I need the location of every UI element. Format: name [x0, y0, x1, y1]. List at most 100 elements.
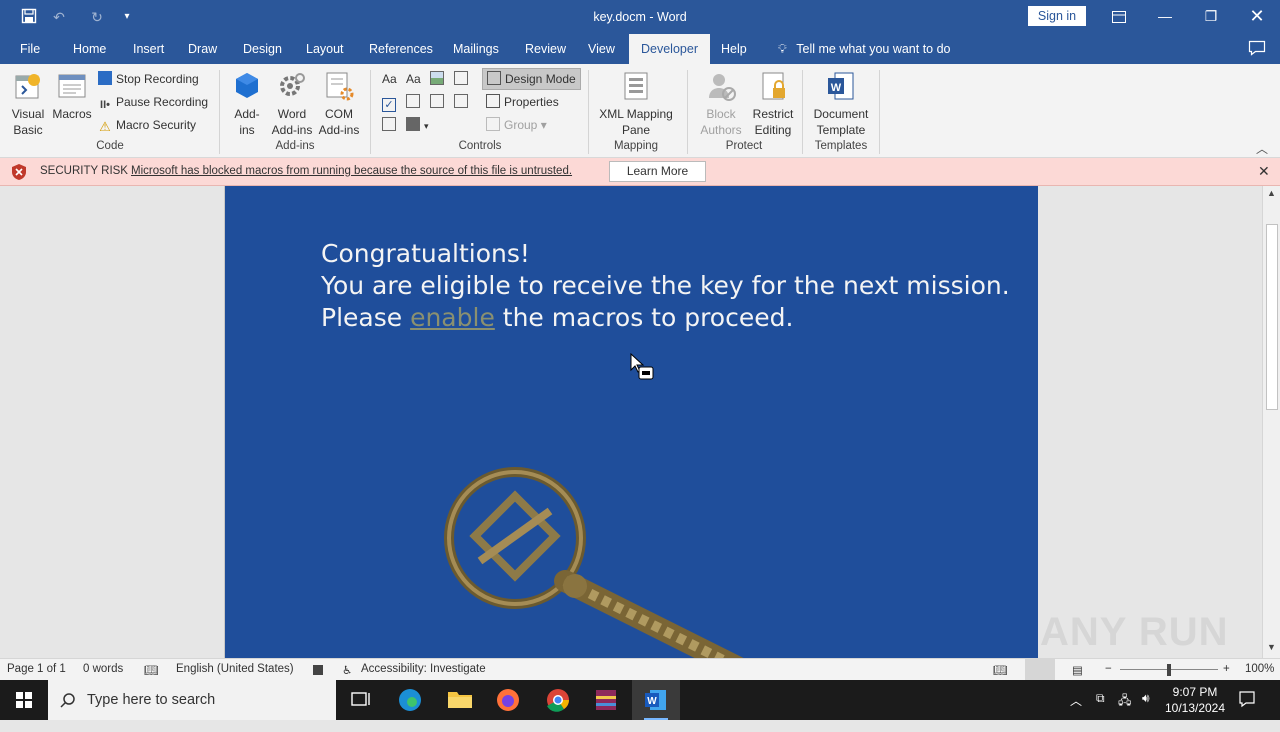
- tab-insert[interactable]: Insert: [121, 34, 176, 64]
- page-count[interactable]: Page 1 of 1: [7, 663, 66, 675]
- scrollbar-thumb[interactable]: [1266, 224, 1278, 410]
- date-picker-control-icon[interactable]: [454, 93, 472, 111]
- xml-mapping-label: XML Mapping Pane: [599, 107, 673, 137]
- chrome-icon[interactable]: [534, 680, 582, 720]
- language-indicator[interactable]: English (United States): [176, 663, 294, 675]
- checkbox-control-icon[interactable]: ✓: [382, 93, 400, 112]
- search-icon: [60, 693, 75, 708]
- document-page[interactable]: Congratualtions! You are eligible to rec…: [224, 186, 1038, 658]
- show-hidden-icons[interactable]: ︿: [1070, 692, 1082, 732]
- proofing-icon[interactable]: 📖︎: [144, 663, 159, 677]
- tab-draw[interactable]: Draw: [176, 34, 229, 64]
- design-mode-button[interactable]: Design Mode: [482, 68, 581, 90]
- meet-now-icon[interactable]: ⧉: [1096, 691, 1105, 731]
- word-taskbar-icon[interactable]: W: [632, 680, 680, 720]
- word-count[interactable]: 0 words: [83, 663, 123, 675]
- zoom-out-icon[interactable]: −: [1105, 663, 1112, 675]
- winrar-icon[interactable]: [582, 680, 630, 720]
- macro-record-icon[interactable]: [313, 665, 323, 675]
- pause-recording-button[interactable]: II• Pause Recording: [98, 93, 208, 111]
- visual-basic-button[interactable]: Visual Basic: [8, 70, 48, 138]
- security-risk-message[interactable]: Microsoft has blocked macros from runnin…: [131, 165, 572, 177]
- vertical-scrollbar[interactable]: ▲ ▼: [1262, 186, 1280, 658]
- tab-layout[interactable]: Layout: [294, 34, 356, 64]
- add-ins-button[interactable]: Add- ins: [228, 70, 266, 138]
- restrict-editing-label: Restrict Editing: [752, 107, 794, 137]
- clock-date: 10/13/2024: [1164, 701, 1226, 715]
- firefox-icon[interactable]: [484, 680, 532, 720]
- tab-file[interactable]: File: [8, 34, 52, 64]
- restrict-editing-button[interactable]: Restrict Editing: [750, 70, 796, 138]
- legacy-tools-icon[interactable]: ▾: [406, 116, 429, 134]
- read-mode-icon[interactable]: 📖︎: [993, 663, 1008, 677]
- task-view-icon[interactable]: [336, 680, 384, 720]
- notifications-icon[interactable]: [1238, 690, 1256, 730]
- window-title: key.docm - Word: [593, 10, 687, 24]
- templates-group-label: Templates: [814, 140, 868, 152]
- ribbon-separator: [370, 70, 371, 154]
- volume-icon[interactable]: 🔊︎: [1142, 691, 1150, 731]
- picture-control-icon[interactable]: [430, 70, 448, 88]
- close-icon[interactable]: ✕: [1258, 163, 1270, 180]
- zoom-level[interactable]: 100%: [1245, 663, 1274, 675]
- web-layout-icon[interactable]: ▤: [1072, 663, 1083, 677]
- combo-box-control-icon[interactable]: [406, 93, 424, 111]
- rich-text-control-icon[interactable]: Aa: [382, 70, 397, 88]
- accessibility-status[interactable]: Accessibility: Investigate: [361, 663, 486, 675]
- block-authors-button[interactable]: Block Authors: [692, 70, 750, 138]
- macros-button[interactable]: Macros: [52, 70, 92, 122]
- tab-design[interactable]: Design: [231, 34, 294, 64]
- block-authors-label: Block Authors: [700, 107, 742, 137]
- ribbon-display-options-icon[interactable]: [1096, 0, 1142, 32]
- word-add-ins-button[interactable]: Word Add-ins: [270, 70, 314, 138]
- network-icon[interactable]: 🖧︎: [1118, 691, 1131, 731]
- tab-references[interactable]: References: [357, 34, 445, 64]
- properties-button[interactable]: Properties: [486, 93, 559, 111]
- word-document-icon: W: [828, 72, 854, 100]
- system-clock[interactable]: 9:07 PM 10/13/2024: [1160, 684, 1230, 716]
- tab-review[interactable]: Review: [513, 34, 578, 64]
- restore-button[interactable]: ❐: [1188, 0, 1234, 32]
- cursor-icon: [630, 353, 654, 380]
- xml-mapping-pane-button[interactable]: XML Mapping Pane: [596, 70, 676, 138]
- building-block-control-icon[interactable]: [454, 70, 472, 88]
- enable-link[interactable]: enable: [410, 303, 495, 332]
- tab-home[interactable]: Home: [61, 34, 118, 64]
- print-layout-icon[interactable]: [1025, 659, 1055, 680]
- message-line-2: You are eligible to receive the key for …: [321, 271, 1010, 300]
- security-risk-title: SECURITY RISK: [40, 165, 128, 177]
- sign-in-button[interactable]: Sign in: [1028, 6, 1086, 26]
- stop-recording-button[interactable]: Stop Recording: [98, 70, 199, 88]
- scroll-down-icon[interactable]: ▼: [1267, 642, 1276, 652]
- edge-icon[interactable]: [386, 680, 434, 720]
- comments-icon[interactable]: [1248, 40, 1266, 59]
- start-button[interactable]: [0, 680, 48, 720]
- macro-security-label: Macro Security: [116, 118, 197, 132]
- windows-logo-icon: [16, 692, 32, 708]
- tab-developer[interactable]: Developer: [629, 34, 710, 64]
- collapse-ribbon-icon[interactable]: ︿: [1256, 140, 1268, 157]
- macro-security-button[interactable]: ⚠ Macro Security: [98, 116, 196, 134]
- accessibility-icon[interactable]: ♿︎: [342, 663, 352, 677]
- plain-text-control-icon[interactable]: Aa: [406, 70, 421, 88]
- close-button[interactable]: ✕: [1234, 0, 1280, 32]
- zoom-slider-thumb[interactable]: [1167, 664, 1171, 676]
- tab-view[interactable]: View: [576, 34, 627, 64]
- learn-more-button[interactable]: Learn More: [609, 161, 706, 182]
- tell-me-search[interactable]: 💡︎ Tell me what you want to do: [778, 34, 951, 64]
- tab-help[interactable]: Help: [709, 34, 759, 64]
- scroll-up-icon[interactable]: ▲: [1267, 188, 1276, 198]
- document-template-button[interactable]: W Document Template: [810, 70, 872, 138]
- tab-mailings[interactable]: Mailings: [441, 34, 511, 64]
- taskbar-search[interactable]: Type here to search: [48, 680, 336, 720]
- ribbon: Visual Basic Macros Stop Recording II• Pa…: [0, 64, 1280, 158]
- zoom-in-icon[interactable]: +: [1223, 663, 1230, 675]
- drop-down-control-icon[interactable]: [430, 93, 448, 111]
- group-button[interactable]: Group ▾: [486, 116, 547, 134]
- file-explorer-icon[interactable]: [436, 680, 484, 720]
- ribbon-separator: [879, 70, 880, 154]
- minimize-button[interactable]: —: [1142, 0, 1188, 32]
- repeating-section-control-icon[interactable]: [382, 116, 400, 134]
- macros-icon: [58, 74, 86, 98]
- com-add-ins-button[interactable]: COM Add-ins: [317, 70, 361, 138]
